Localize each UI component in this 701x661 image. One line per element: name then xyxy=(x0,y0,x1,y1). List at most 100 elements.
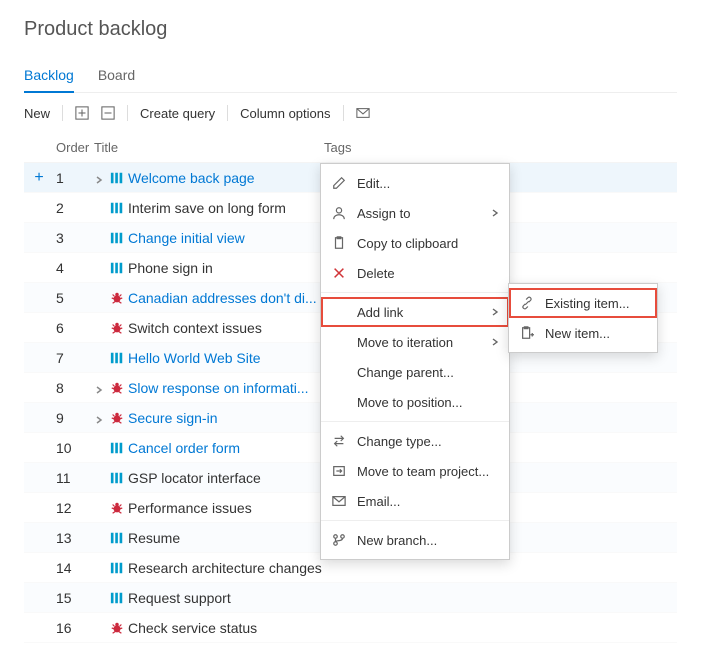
column-header-order[interactable]: Order xyxy=(54,140,94,155)
expand-toggle xyxy=(94,352,106,364)
chevron-right-icon xyxy=(491,338,499,346)
separator xyxy=(62,105,63,121)
expand-toggle xyxy=(94,472,106,484)
row-title-cell: Interim save on long form xyxy=(94,200,324,216)
expand-toggle[interactable] xyxy=(94,382,106,394)
mail-icon xyxy=(356,106,370,120)
delete-icon xyxy=(331,265,347,281)
menu-change-parent[interactable]: Change parent... xyxy=(321,357,509,387)
expand-toggle[interactable] xyxy=(94,172,106,184)
email-toolbar-button[interactable] xyxy=(356,106,370,120)
menu-separator xyxy=(321,292,509,293)
clipboard-icon xyxy=(331,235,347,251)
row-title-cell: Performance issues xyxy=(94,500,324,516)
bug-icon xyxy=(110,621,124,635)
menu-edit[interactable]: Edit... xyxy=(321,168,509,198)
menu-new-branch[interactable]: New branch... xyxy=(321,525,509,555)
expand-toggle xyxy=(94,232,106,244)
pbi-icon xyxy=(110,171,124,185)
row-order: 15 xyxy=(54,590,94,606)
row-title-cell: Welcome back page xyxy=(94,170,324,186)
row-title-cell: Request support xyxy=(94,590,324,606)
expand-toggle xyxy=(94,442,106,454)
submenu-existing-item[interactable]: Existing item... xyxy=(509,288,657,318)
person-icon xyxy=(331,205,347,221)
page-title: Product backlog xyxy=(24,18,677,41)
work-item-link[interactable]: Request support xyxy=(128,590,231,606)
work-item-link[interactable]: Canadian addresses don't di... xyxy=(128,290,317,306)
work-item-link[interactable]: Change initial view xyxy=(128,230,245,246)
column-header-tags[interactable]: Tags xyxy=(324,140,677,155)
mail-icon xyxy=(331,493,347,509)
work-item-link[interactable]: Switch context issues xyxy=(128,320,262,336)
work-item-link[interactable]: GSP locator interface xyxy=(128,470,261,486)
work-item-link[interactable]: Phone sign in xyxy=(128,260,213,276)
work-item-link[interactable]: Performance issues xyxy=(128,500,252,516)
clipboard-plus-icon xyxy=(519,325,535,341)
menu-copy-to-clipboard[interactable]: Copy to clipboard xyxy=(321,228,509,258)
minus-box-icon xyxy=(101,106,115,120)
row-order: 13 xyxy=(54,530,94,546)
row-order: 2 xyxy=(54,200,94,216)
column-options-button[interactable]: Column options xyxy=(240,106,330,121)
work-item-link[interactable]: Secure sign-in xyxy=(128,410,218,426)
row-title-cell: Switch context issues xyxy=(94,320,324,336)
add-panel-open-button[interactable] xyxy=(75,106,89,120)
row-order: 1 xyxy=(54,170,94,186)
menu-email[interactable]: Email... xyxy=(321,486,509,516)
tab-board[interactable]: Board xyxy=(98,59,135,92)
tab-backlog[interactable]: Backlog xyxy=(24,59,74,93)
menu-move-to-position[interactable]: Move to position... xyxy=(321,387,509,417)
row-order: 6 xyxy=(54,320,94,336)
menu-assign-to[interactable]: Assign to xyxy=(321,198,509,228)
pbi-icon xyxy=(110,351,124,365)
expand-toggle xyxy=(94,562,106,574)
pbi-icon xyxy=(110,561,124,575)
work-item-link[interactable]: Welcome back page xyxy=(128,170,255,186)
add-child-button[interactable]: + xyxy=(34,169,43,187)
row-title-cell: Change initial view xyxy=(94,230,324,246)
hub-tabs: Backlog Board xyxy=(24,59,677,93)
row-order: 4 xyxy=(54,260,94,276)
create-query-button[interactable]: Create query xyxy=(140,106,215,121)
expand-toggle xyxy=(94,202,106,214)
work-item-link[interactable]: Slow response on informati... xyxy=(128,380,309,396)
row-title-cell: Phone sign in xyxy=(94,260,324,276)
separator xyxy=(227,105,228,121)
row-title-cell: Canadian addresses don't di... xyxy=(94,290,324,306)
expand-toggle xyxy=(94,292,106,304)
expand-toggle xyxy=(94,592,106,604)
expand-toggle xyxy=(94,322,106,334)
separator xyxy=(127,105,128,121)
bug-icon xyxy=(110,321,124,335)
work-item-link[interactable]: Research architecture changes xyxy=(128,560,322,576)
table-row[interactable]: 16 Check service status xyxy=(24,613,677,643)
row-title-cell: Resume xyxy=(94,530,324,546)
menu-change-type[interactable]: Change type... xyxy=(321,426,509,456)
row-order: 16 xyxy=(54,620,94,636)
menu-add-link[interactable]: Add link xyxy=(321,297,509,327)
add-link-submenu: Existing item... New item... xyxy=(508,283,658,353)
menu-move-to-iteration[interactable]: Move to iteration xyxy=(321,327,509,357)
submenu-new-item[interactable]: New item... xyxy=(509,318,657,348)
work-item-link[interactable]: Cancel order form xyxy=(128,440,240,456)
row-order: 8 xyxy=(54,380,94,396)
menu-move-to-team-project[interactable]: Move to team project... xyxy=(321,456,509,486)
pbi-icon xyxy=(110,231,124,245)
table-row[interactable]: 15 Request support xyxy=(24,583,677,613)
row-order: 3 xyxy=(54,230,94,246)
add-panel-close-button[interactable] xyxy=(101,106,115,120)
work-item-link[interactable]: Check service status xyxy=(128,620,257,636)
menu-delete[interactable]: Delete xyxy=(321,258,509,288)
row-order: 11 xyxy=(54,470,94,486)
expand-toggle xyxy=(94,502,106,514)
expand-toggle[interactable] xyxy=(94,412,106,424)
column-header-title[interactable]: Title xyxy=(94,140,324,155)
grid-header: Order Title Tags xyxy=(24,133,677,163)
work-item-link[interactable]: Resume xyxy=(128,530,180,546)
work-item-link[interactable]: Hello World Web Site xyxy=(128,350,261,366)
work-item-link[interactable]: Interim save on long form xyxy=(128,200,286,216)
row-order: 7 xyxy=(54,350,94,366)
row-order: 5 xyxy=(54,290,94,306)
new-button[interactable]: New xyxy=(24,106,50,121)
